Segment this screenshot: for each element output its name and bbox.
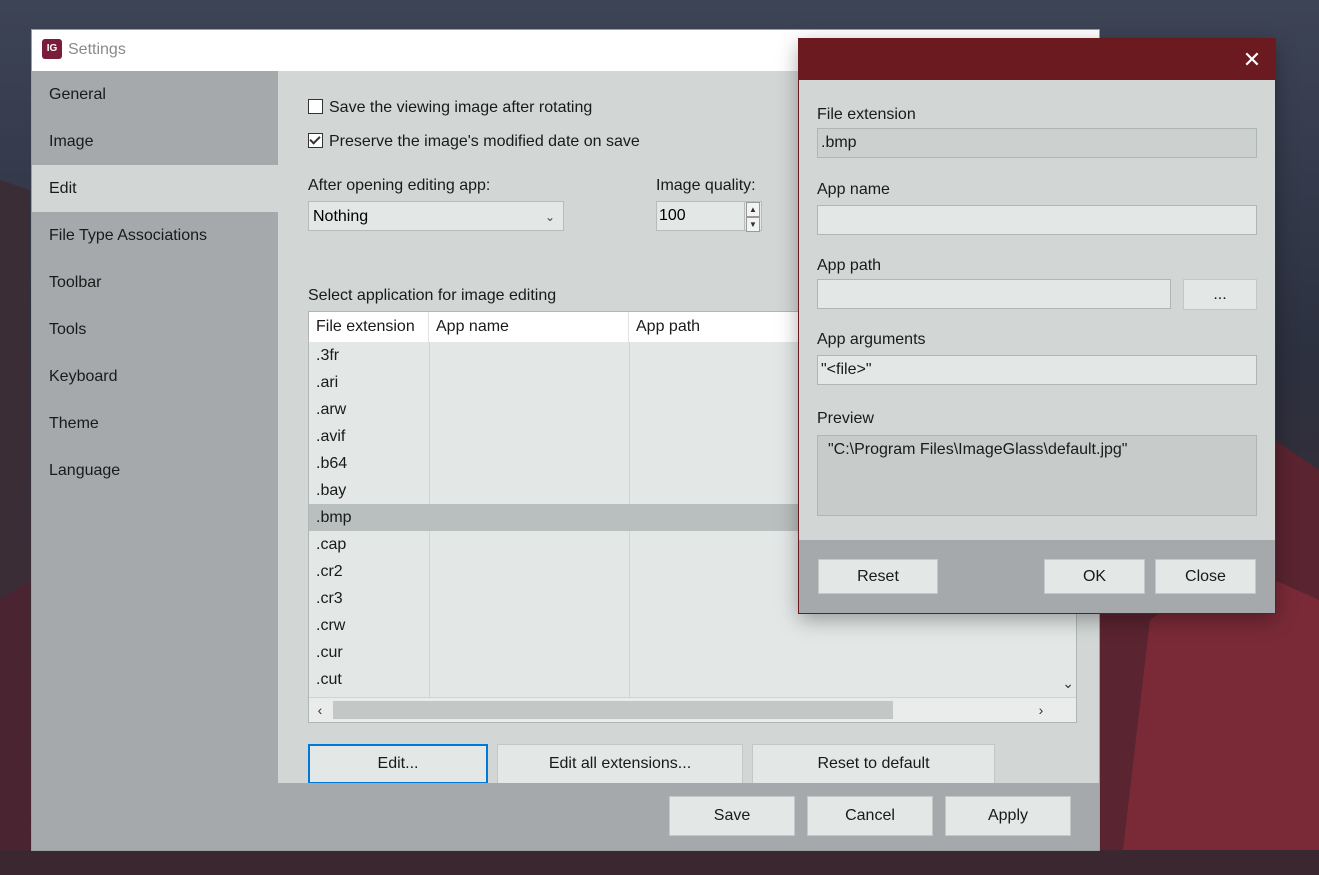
file-extension-label: File extension: [817, 106, 916, 123]
after-opening-value: Nothing: [313, 208, 369, 225]
edit-button[interactable]: Edit...: [308, 744, 488, 784]
cell-extension: .cr3: [316, 590, 343, 607]
cell-extension: .cur: [316, 644, 343, 661]
chevron-down-icon: ⌄: [544, 210, 555, 224]
edit-all-extensions-button[interactable]: Edit all extensions...: [497, 744, 743, 784]
stepper-arrows: ▲ ▼: [744, 202, 761, 232]
image-quality-stepper[interactable]: 100 ▲ ▼: [656, 201, 762, 232]
preserve-date-checkbox[interactable]: Preserve the image's modified date on sa…: [308, 133, 640, 151]
sidebar-item-general[interactable]: General: [32, 71, 278, 118]
cancel-button[interactable]: Cancel: [807, 796, 933, 836]
scroll-down-icon[interactable]: ⌄: [1062, 675, 1074, 692]
app-name-label: App name: [817, 181, 890, 198]
settings-footer: Save Cancel Apply: [32, 783, 1099, 850]
app-path-field[interactable]: [817, 279, 1171, 309]
after-opening-select[interactable]: Nothing ⌄: [308, 201, 564, 231]
cell-extension: .cap: [316, 536, 347, 553]
app-path-label: App path: [817, 257, 882, 274]
cell-extension: .ari: [316, 374, 339, 391]
dialog-footer: Reset OK Close: [799, 540, 1275, 613]
apply-button[interactable]: Apply: [945, 796, 1071, 836]
app-logo-icon: IG: [42, 39, 62, 59]
save-after-rotating-checkbox[interactable]: Save the viewing image after rotating: [308, 99, 592, 117]
cell-extension: .crw: [316, 617, 346, 634]
column-header-file-extension[interactable]: File extension: [309, 312, 429, 342]
sidebar-item-image[interactable]: Image: [32, 118, 278, 165]
sidebar-item-toolbar[interactable]: Toolbar: [32, 259, 278, 306]
cell-extension: .bay: [316, 482, 347, 499]
dialog-title-bar: ✕: [799, 39, 1275, 80]
sidebar-item-keyboard[interactable]: Keyboard: [32, 353, 278, 400]
checkbox-unchecked-icon: [308, 99, 323, 114]
scrollbar-thumb[interactable]: [333, 701, 893, 719]
cell-extension: .b64: [316, 455, 348, 472]
file-extension-field[interactable]: .bmp: [817, 128, 1257, 158]
table-row[interactable]: .cut: [309, 666, 1076, 693]
app-arguments-label: App arguments: [817, 331, 926, 348]
app-arguments-field[interactable]: "<file>": [817, 355, 1257, 385]
sidebar: General Image Edit File Type Association…: [32, 71, 278, 783]
sidebar-item-language[interactable]: Language: [32, 447, 278, 494]
cell-extension: .cut: [316, 671, 342, 688]
image-quality-value: 100: [659, 207, 686, 224]
cell-extension: .cr2: [316, 563, 343, 580]
scroll-right-icon[interactable]: ›: [1030, 698, 1052, 722]
close-icon[interactable]: ✕: [1239, 47, 1265, 73]
stepper-down-icon[interactable]: ▼: [746, 217, 760, 232]
save-after-rotating-label: Save the viewing image after rotating: [329, 99, 593, 116]
column-header-app-name[interactable]: App name: [429, 312, 629, 342]
cell-extension: .arw: [316, 401, 347, 418]
after-opening-label: After opening editing app:: [308, 177, 491, 194]
app-name-field[interactable]: [817, 205, 1257, 235]
sidebar-item-theme[interactable]: Theme: [32, 400, 278, 447]
scroll-left-icon[interactable]: ‹: [309, 698, 331, 722]
checkbox-checked-icon: [308, 133, 323, 148]
preserve-date-label: Preserve the image's modified date on sa…: [329, 133, 640, 150]
dialog-ok-button[interactable]: OK: [1044, 559, 1145, 594]
browse-button[interactable]: ...: [1183, 279, 1257, 310]
sidebar-item-tools[interactable]: Tools: [32, 306, 278, 353]
table-row[interactable]: .cur: [309, 639, 1076, 666]
cell-extension: .avif: [316, 428, 346, 445]
window-title: Settings: [68, 41, 126, 58]
cell-extension: .3fr: [316, 347, 340, 364]
reset-to-default-button[interactable]: Reset to default: [752, 744, 995, 784]
dialog-reset-button[interactable]: Reset: [818, 559, 938, 594]
sidebar-item-edit[interactable]: Edit: [32, 165, 278, 212]
save-button[interactable]: Save: [669, 796, 795, 836]
preview-label: Preview: [817, 410, 874, 427]
table-row[interactable]: .crw: [309, 612, 1076, 639]
preview-box: "C:\Program Files\ImageGlass\default.jpg…: [817, 435, 1257, 516]
horizontal-scrollbar[interactable]: ‹ ›: [309, 697, 1076, 722]
edit-app-dialog: ✕ File extension .bmp App name App path …: [799, 39, 1275, 613]
sidebar-item-file-type-associations[interactable]: File Type Associations: [32, 212, 278, 259]
cell-extension: .bmp: [316, 509, 352, 526]
dialog-close-button[interactable]: Close: [1155, 559, 1256, 594]
select-app-label: Select application for image editing: [308, 287, 557, 304]
image-quality-label: Image quality:: [656, 177, 756, 194]
stepper-up-icon[interactable]: ▲: [746, 202, 760, 217]
